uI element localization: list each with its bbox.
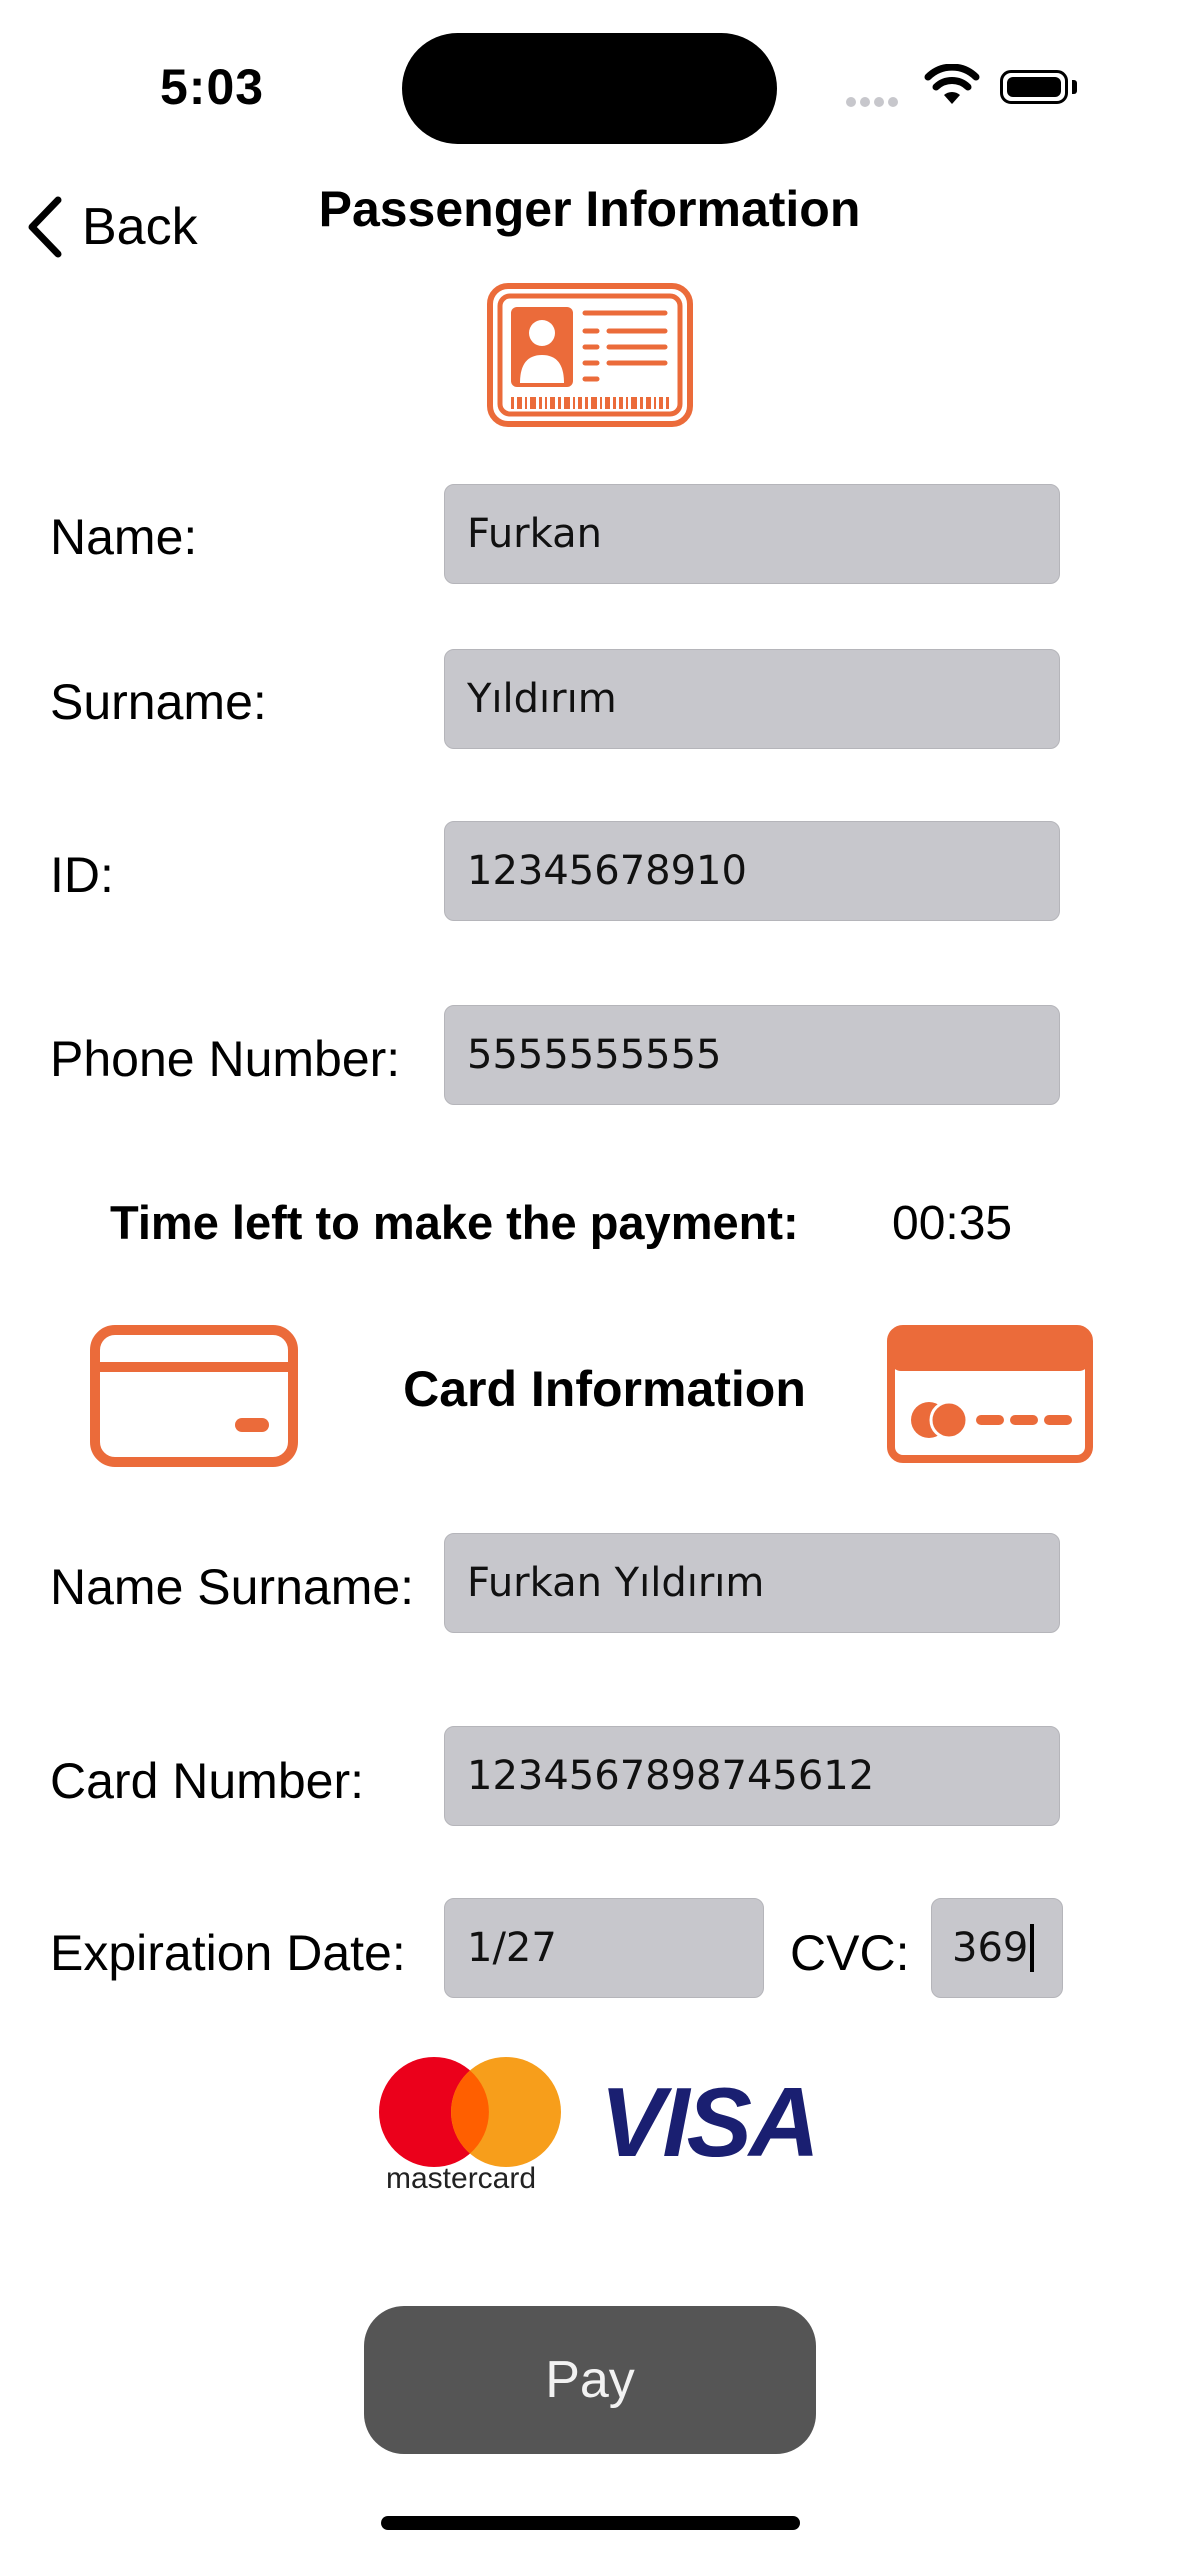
expiration-date-field[interactable]: 1/27 bbox=[444, 1898, 764, 1998]
battery-cap bbox=[1072, 80, 1077, 94]
card-name-field[interactable]: Furkan Yıldırım bbox=[444, 1533, 1060, 1633]
timer-label: Time left to make the payment: bbox=[110, 1196, 799, 1249]
card-name-label: Name Surname: bbox=[50, 1559, 415, 1615]
cellular-signal-icon bbox=[846, 94, 902, 112]
phone-field[interactable]: 5555555555 bbox=[444, 1005, 1060, 1105]
cvc-field[interactable]: 369 bbox=[931, 1898, 1063, 1998]
visa-logo: VISA bbox=[600, 2067, 820, 2177]
name-field[interactable]: Furkan bbox=[444, 484, 1060, 584]
timer-value: 00:35 bbox=[892, 1197, 1013, 1250]
surname-label: Surname: bbox=[50, 674, 267, 730]
card-number-field[interactable]: 1234567898745612 bbox=[444, 1726, 1060, 1826]
text-cursor bbox=[1030, 1924, 1035, 1972]
id-field[interactable]: 12345678910 bbox=[444, 821, 1060, 921]
cvc-label: CVC: bbox=[790, 1925, 910, 1981]
surname-field[interactable]: Yıldırım bbox=[444, 649, 1060, 749]
name-label: Name: bbox=[50, 509, 198, 565]
dynamic-island bbox=[402, 33, 777, 144]
mastercard-logo bbox=[379, 2057, 561, 2167]
page-title: Passenger Information bbox=[318, 181, 861, 237]
payment-card-icon bbox=[887, 1325, 1093, 1463]
battery-icon bbox=[1000, 70, 1068, 104]
card-number-label: Card Number: bbox=[50, 1753, 364, 1809]
id-label: ID: bbox=[50, 847, 114, 903]
expiration-date-label: Expiration Date: bbox=[50, 1925, 406, 1981]
cvc-value: 369 bbox=[952, 1925, 1029, 1971]
wifi-icon bbox=[924, 64, 980, 104]
phone-label: Phone Number: bbox=[50, 1031, 401, 1087]
home-indicator[interactable] bbox=[381, 2516, 800, 2530]
status-time: 5:03 bbox=[160, 59, 265, 115]
mastercard-wordmark: mastercard bbox=[386, 2162, 537, 2195]
id-card-icon bbox=[487, 283, 693, 427]
pay-button[interactable]: Pay bbox=[364, 2306, 816, 2454]
